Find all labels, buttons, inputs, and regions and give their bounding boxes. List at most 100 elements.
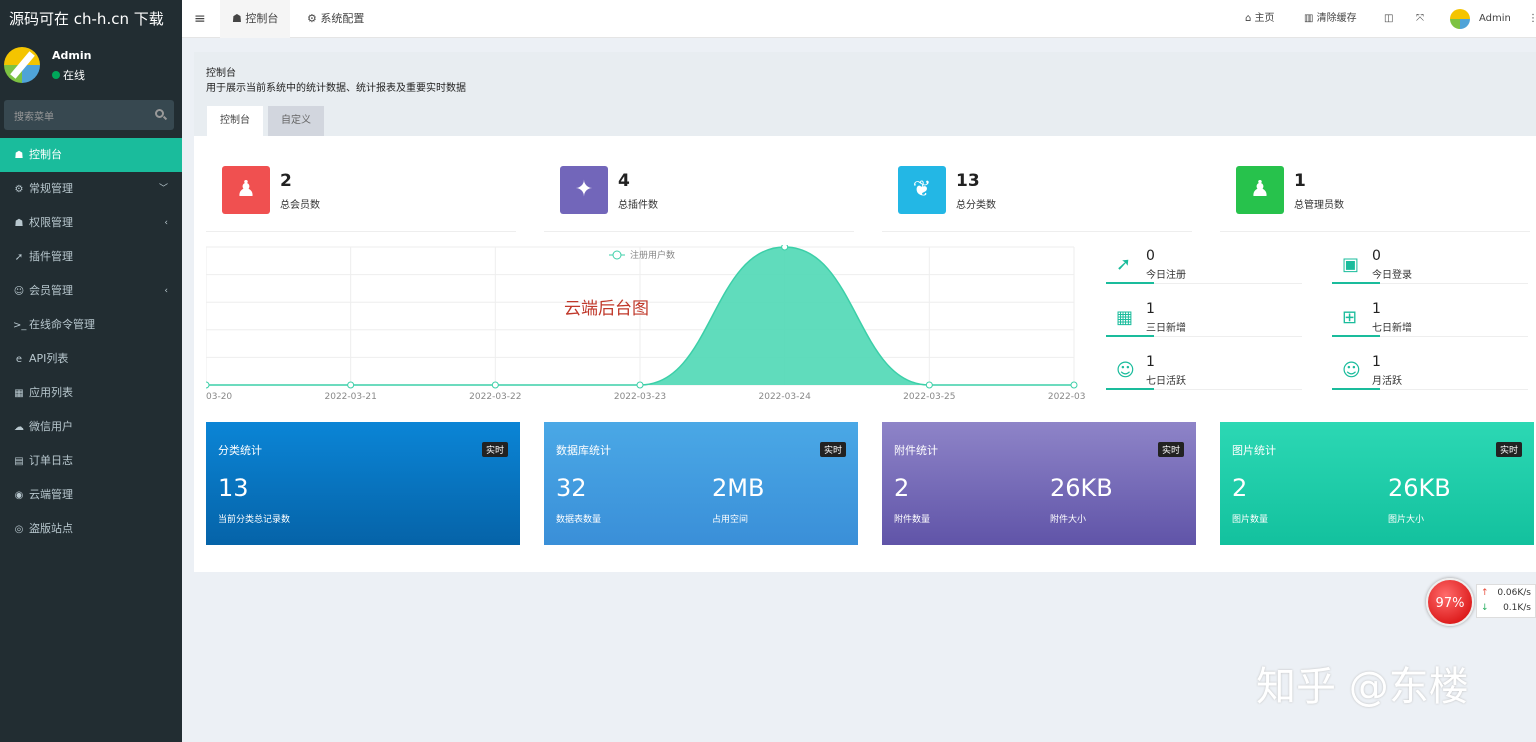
search-icon[interactable] xyxy=(155,109,164,118)
sidebar-item[interactable]: ☗ 权限管理 ‹ xyxy=(0,206,182,240)
card-label: 当前分类总记录数 xyxy=(218,515,291,525)
mini-stat-underline xyxy=(1106,335,1154,337)
stat-label: 总管理员数 xyxy=(1294,200,1344,211)
upload-speed: 0.06K/s xyxy=(1497,588,1531,598)
tab-system-config-label: 系统配置 xyxy=(320,12,365,25)
speed-percent[interactable]: 97% xyxy=(1426,578,1474,626)
more-icon[interactable]: ⋮ xyxy=(1528,0,1536,38)
sidebar-item[interactable]: >_ 在线命令管理 xyxy=(0,308,182,342)
card-value-secondary: 26KB xyxy=(1388,474,1451,502)
card-label-secondary: 占用空间 xyxy=(712,515,749,525)
mini-stat-value: 1 xyxy=(1146,354,1155,370)
x-tick-label: 2022-03-22 xyxy=(469,392,521,402)
card-label: 数据表数量 xyxy=(556,515,602,525)
group-icon: ☗ xyxy=(14,218,24,229)
card-label-secondary: 图片大小 xyxy=(1388,515,1425,525)
x-tick-label: 2022-03-26 xyxy=(1048,392,1086,402)
terminal-icon: >_ xyxy=(13,320,27,331)
sidebar-item[interactable]: ☺ 会员管理 ‹ xyxy=(0,274,182,308)
mini-stat-value: 1 xyxy=(1146,301,1155,317)
card-label: 附件数量 xyxy=(894,515,931,525)
card-value: 13 xyxy=(218,474,249,502)
language-icon[interactable]: ◫ xyxy=(1384,0,1393,38)
card-value: 32 xyxy=(556,474,587,502)
sidebar-item-label: 应用列表 xyxy=(29,386,73,399)
user-name: Admin xyxy=(52,49,92,62)
tab-console[interactable]: 控制台 xyxy=(207,106,263,136)
clear-cache-button[interactable]: ▥ 清除缓存 xyxy=(1304,0,1357,38)
topbar-user-name[interactable]: Admin xyxy=(1479,0,1511,38)
card-value-secondary: 2MB xyxy=(712,474,765,502)
mini-stat: ▣ 0 今日登录 xyxy=(1332,248,1528,284)
sidebar-item-label: 云端管理 xyxy=(29,488,73,501)
mini-stat-value: 1 xyxy=(1372,301,1381,317)
chrome-icon: ◉ xyxy=(14,490,24,501)
sidebar-item[interactable]: ⚙ 常规管理 ﹀ xyxy=(0,172,182,206)
sidebar-item[interactable]: ▤ 订单日志 xyxy=(0,444,182,478)
sidebar-item[interactable]: ▦ 应用列表 xyxy=(0,376,182,410)
stat-label: 总插件数 xyxy=(618,200,658,211)
sidebar-item-label: 常规管理 xyxy=(29,182,73,195)
rocket-icon: ➚ xyxy=(1116,254,1132,275)
logo-text[interactable]: 源码可在 ch-h.cn 下载 xyxy=(0,0,182,38)
card-title: 附件统计 xyxy=(894,444,938,457)
avatar xyxy=(4,47,40,83)
tab-system-config[interactable]: ⚙ 系统配置 xyxy=(295,0,376,38)
legend-label: 注册用户数 xyxy=(630,249,675,261)
x-tick-label: 2022-03-23 xyxy=(614,392,666,402)
stat-box: ✦ 4 总插件数 xyxy=(544,164,854,232)
sidebar-item[interactable]: e API列表 xyxy=(0,342,182,376)
sidebar-item[interactable]: ➚ 插件管理 xyxy=(0,240,182,274)
user-circle-icon: ☺ xyxy=(1342,360,1361,381)
mini-stat-label: 三日新增 xyxy=(1146,323,1186,334)
chevron-icon: ‹ xyxy=(164,286,168,296)
stat-box: ❦ 13 总分类数 xyxy=(882,164,1192,232)
sidebar-item[interactable]: ☗ 控制台 xyxy=(0,138,182,172)
mini-stat: ➚ 0 今日注册 xyxy=(1106,248,1302,284)
mini-stat: ⊞ 1 七日新增 xyxy=(1332,301,1528,337)
chart-svg: 2022-03-20 2022-03-21 2022-03-22 2022-03-23… xyxy=(206,245,1086,402)
leaf-icon: ❦ xyxy=(898,166,946,214)
sidebar-item-label: 控制台 xyxy=(29,148,62,161)
home-link[interactable]: ⌂ 主页 xyxy=(1245,0,1275,38)
mini-stat: ▦ 1 三日新增 xyxy=(1106,301,1302,337)
user-avatar[interactable] xyxy=(1450,9,1470,29)
chart-point xyxy=(347,381,355,389)
tab-custom[interactable]: 自定义 xyxy=(268,106,324,136)
tab-dashboard[interactable]: ☗ 控制台 xyxy=(220,0,291,38)
mini-stat-underline xyxy=(1106,388,1154,390)
sidebar-item-label: API列表 xyxy=(29,352,69,365)
user-panel: Admin 在线 xyxy=(0,45,182,89)
realtime-badge: 实时 xyxy=(1495,442,1522,457)
watermark: 知乎 @东楼 xyxy=(1256,664,1469,710)
stat-value: 4 xyxy=(618,171,630,191)
sidebar-item-label: 会员管理 xyxy=(29,284,73,297)
stat-card: 数据库统计 实时 32 数据表数量 2MB 占用空间 xyxy=(544,422,858,545)
legend-marker xyxy=(612,250,622,260)
menu-toggle-icon[interactable]: ≡ xyxy=(194,11,206,27)
sidebar-item-label: 微信用户 xyxy=(29,420,73,433)
sidebar-item-label: 盗版站点 xyxy=(29,522,73,535)
sidebar: 源码可在 ch-h.cn 下载 Admin 在线 搜索菜单 ☗ 控制台 ⚙ 常规管理 ﹀… xyxy=(0,0,182,742)
chart-point xyxy=(206,381,210,389)
user-icon: ♟ xyxy=(1236,166,1284,214)
x-tick-label: 2022-03-25 xyxy=(903,392,955,402)
tab-dashboard-label: 控制台 xyxy=(245,12,279,25)
speed-widget[interactable]: 97% ↑ 0.06K/s ↓ 0.1K/s xyxy=(1426,578,1536,626)
realtime-badge: 实时 xyxy=(481,442,508,457)
users-icon: ♟ xyxy=(222,166,270,214)
registration-chart: 2022-03-20 2022-03-21 2022-03-22 2022-03-23… xyxy=(206,245,1086,405)
page-description: 用于展示当前系统中的统计数据、统计报表及重要实时数据 xyxy=(206,83,466,94)
mini-stat: ☺ 1 月活跃 xyxy=(1332,354,1528,390)
sidebar-search[interactable]: 搜索菜单 xyxy=(4,100,174,130)
mini-stat-underline xyxy=(1332,388,1380,390)
search-input[interactable]: 搜索菜单 xyxy=(14,108,54,123)
sidebar-item[interactable]: ◎ 盗版站点 xyxy=(0,512,182,546)
fullscreen-icon[interactable]: ⤧ xyxy=(1416,0,1424,38)
x-tick-label: 2022-03-20 xyxy=(206,392,232,402)
mini-stat-value: 0 xyxy=(1146,248,1155,264)
stat-label: 总分类数 xyxy=(956,200,996,211)
sidebar-item[interactable]: ☁ 微信用户 xyxy=(0,410,182,444)
sidebar-item[interactable]: ◉ 云端管理 xyxy=(0,478,182,512)
chevron-icon: ‹ xyxy=(164,218,168,228)
